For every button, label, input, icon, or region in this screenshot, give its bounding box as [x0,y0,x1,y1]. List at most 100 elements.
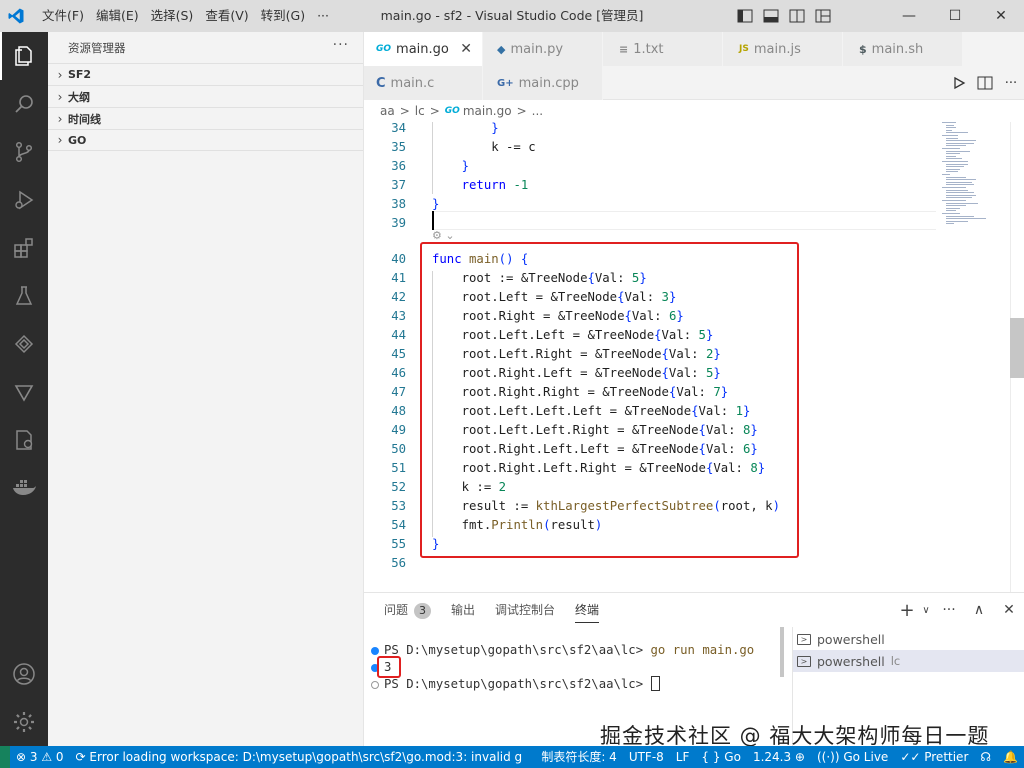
code-editor[interactable]: 34 } 35 k -= c 36 } 37 return -1 38} 39 40 func… [364,122,1024,592]
tab-main-js[interactable]: JS main.js [723,32,843,66]
encoding-status[interactable]: UTF-8 [623,746,670,768]
code-line: 37 return -1 [391,178,529,192]
eol-status[interactable]: LF [670,746,696,768]
terminal-item-powershell[interactable]: > powershell [793,628,1024,650]
shell-file-icon: $ [859,42,867,56]
more-actions-icon[interactable]: ··· [998,66,1024,100]
tab-main-sh[interactable]: $ main.sh [843,32,963,66]
problems-count-badge: 3 [414,603,432,619]
settings-gear-icon[interactable] [0,698,48,746]
command-success-icon [371,647,379,655]
run-code-icon[interactable] [946,66,972,100]
section-sf2[interactable]: › SF2 [48,63,363,85]
tab-problems[interactable]: 问题 3 [384,593,432,627]
menu-file[interactable]: 文件(F) [32,0,90,32]
breadcrumb-separator: > [399,104,410,118]
language-mode-status[interactable]: { } Go [695,746,747,768]
close-tab-icon[interactable]: ✕ [460,41,472,57]
go-live-status[interactable]: ((·)) Go Live [811,746,894,768]
editor-scrollbar-thumb[interactable] [1010,318,1024,378]
explorer-sidebar: 资源管理器 ··· › SF2 › 大纲 › 时间线 › GO [48,32,364,746]
remote-indicator-icon[interactable] [0,746,10,768]
indent-guide [432,122,433,194]
chevron-right-icon: › [57,133,63,147]
extensions-icon[interactable] [0,224,48,272]
source-control-icon[interactable] [0,128,48,176]
problems-status[interactable]: ⊗ 3 ⚠ 0 [10,746,70,768]
indentation-status[interactable]: 制表符长度: 4 [535,746,623,768]
prettier-status[interactable]: ✓✓ Prettier [894,746,974,768]
go-explorer-icon[interactable] [0,416,48,464]
terminal-line: PS D:\mysetup\gopath\src\sf2\aa\lc> go r… [384,643,755,657]
toggle-secondary-sidebar-icon[interactable] [784,0,810,32]
section-timeline[interactable]: › 时间线 [48,107,363,129]
activity-bar [0,32,48,746]
section-go[interactable]: › GO [48,129,363,151]
testing-icon[interactable] [0,272,48,320]
editor-tabs-row-2: C main.c G+ main.cpp ··· [364,66,1024,100]
customize-layout-icon[interactable] [810,0,836,32]
maximize-panel-icon[interactable]: ∧ [964,593,994,627]
tab-debug-console[interactable]: 调试控制台 [495,593,555,627]
tab-main-go[interactable]: GO main.go ✕ [364,32,483,66]
breadcrumb-symbols[interactable]: ... [532,104,543,118]
split-editor-icon[interactable] [972,66,998,100]
tab-main-c[interactable]: C main.c [364,66,483,100]
search-icon[interactable] [0,80,48,128]
terminal-dropdown-icon[interactable]: ∨ [918,593,934,627]
run-debug-icon[interactable] [0,176,48,224]
code-line: 35 k -= c [391,140,536,154]
code-line: 36 } [391,159,470,173]
text-cursor [432,211,434,230]
c-file-icon: C [376,75,386,91]
terminal-scrollbar[interactable] [780,627,784,677]
go-version-status[interactable]: 1.24.3 ⊕ [747,746,811,768]
section-outline[interactable]: › 大纲 [48,85,363,107]
python-file-icon: ◆ [497,42,506,56]
breadcrumb-main-go[interactable]: main.go [463,104,512,118]
close-button[interactable]: ✕ [978,0,1024,32]
panel-more-icon[interactable]: ··· [934,593,964,627]
terminal-icon: > [797,633,811,645]
explorer-icon[interactable] [0,32,48,80]
tab-terminal[interactable]: 终端 [575,593,600,627]
menu-edit[interactable]: 编辑(E) [90,0,145,32]
tab-1-txt[interactable]: ≡ 1.txt [603,32,723,66]
editor-tabs-row-1: GO main.go ✕ ◆ main.py ≡ 1.txt JS main.j… [364,32,1024,66]
maximize-button[interactable]: ☐ [932,0,978,32]
menu-view[interactable]: 查看(V) [199,0,254,32]
menu-bar: 文件(F) 编辑(E) 选择(S) 查看(V) 转到(G) ··· [32,0,335,32]
minimap[interactable] [940,122,1010,242]
sidebar-header: 资源管理器 ··· [48,32,363,63]
tab-main-cpp[interactable]: G+ main.cpp [483,66,603,100]
workspace-error-status[interactable]: ⟳ Error loading workspace: D:\mysetup\go… [70,746,529,768]
breadcrumb-aa[interactable]: aa [380,104,395,118]
panel-tabs: 问题 3 输出 调试控制台 终端 [364,593,619,627]
gitlens-icon[interactable] [0,368,48,416]
toggle-panel-icon[interactable] [758,0,784,32]
new-terminal-icon[interactable]: + [896,593,918,627]
go-file-icon: GO [376,44,392,54]
close-panel-icon[interactable]: ✕ [994,593,1024,627]
feedback-icon[interactable]: ☊ [974,746,997,768]
terminal-item-powershell-lc[interactable]: > powershell lc [793,650,1024,672]
tab-output[interactable]: 输出 [451,593,475,627]
menu-selection[interactable]: 选择(S) [145,0,200,32]
minimize-button[interactable]: — [886,0,932,32]
breadcrumb: aa > lc > GO main.go > ... [364,100,1024,122]
tab-main-py[interactable]: ◆ main.py [483,32,603,66]
chevron-right-icon: › [57,89,63,104]
javascript-file-icon: JS [739,44,749,54]
menu-go[interactable]: 转到(G) [255,0,311,32]
account-icon[interactable] [0,650,48,698]
docker-icon[interactable] [0,464,48,512]
status-bar: ⊗ 3 ⚠ 0 ⟳ Error loading workspace: D:\my… [0,746,1024,768]
toggle-primary-sidebar-icon[interactable] [732,0,758,32]
menu-more[interactable]: ··· [311,0,335,32]
notifications-bell-icon[interactable]: 🔔 [997,746,1024,768]
breadcrumb-lc[interactable]: lc [415,104,425,118]
code-line: 34 } [391,122,499,135]
go-file-icon: GO [444,106,460,116]
sidebar-more-button[interactable]: ··· [333,37,349,53]
remote-explorer-icon[interactable] [0,320,48,368]
